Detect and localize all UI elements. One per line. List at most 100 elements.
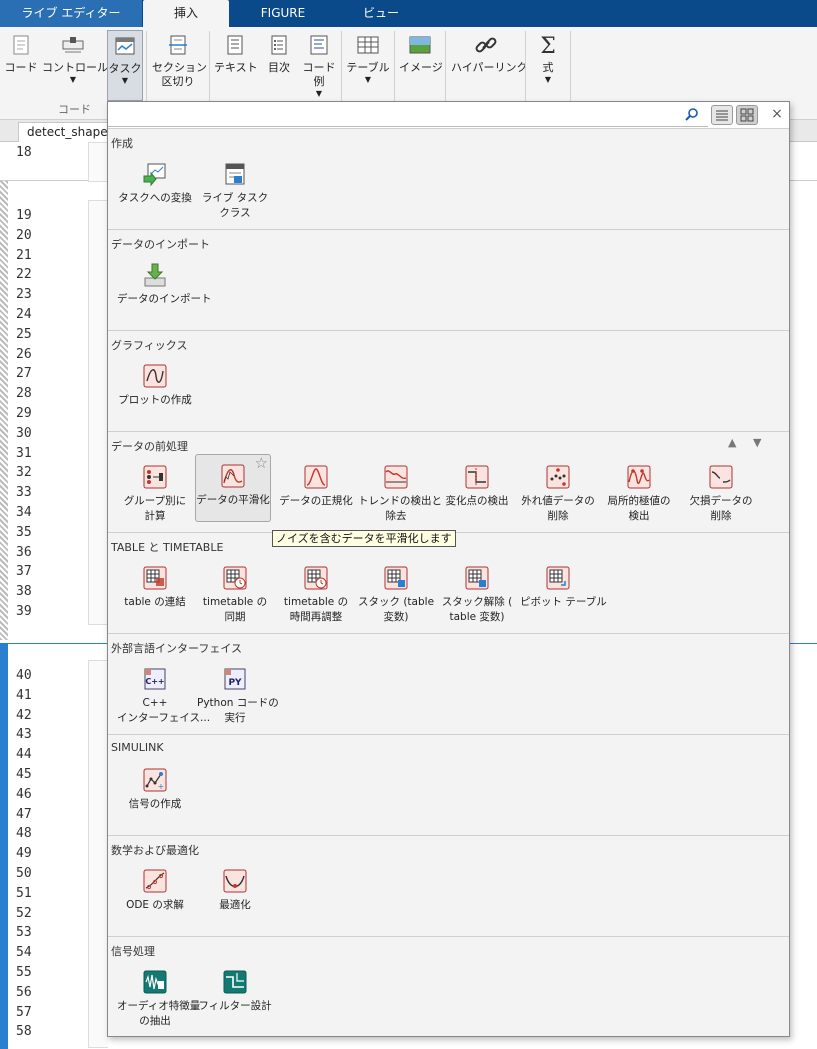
hyperlink-button[interactable]: ハイパーリンク bbox=[451, 30, 528, 100]
item-label: トレンドの検出と bbox=[358, 495, 442, 507]
move-down-icon[interactable]: ▼ bbox=[753, 436, 761, 449]
favorite-star-icon[interactable]: ☆ bbox=[255, 456, 268, 471]
create-signal-icon: + bbox=[143, 768, 167, 792]
create-plot-icon bbox=[143, 364, 167, 388]
audio-features-icon bbox=[143, 970, 167, 994]
item-label: 変化点の検出 bbox=[445, 495, 509, 507]
line-number: 48 bbox=[16, 826, 32, 842]
item-label: 局所的極値の bbox=[607, 495, 671, 507]
line-number: 57 bbox=[16, 1004, 32, 1020]
gallery-item-filter-design[interactable]: フィルター設計 bbox=[197, 961, 273, 1029]
svg-text:Σ: Σ bbox=[540, 34, 556, 57]
search-icon[interactable] bbox=[685, 107, 699, 121]
gallery-item-live-task-class[interactable]: ライブ タスク クラス bbox=[197, 153, 273, 221]
gallery-item-normalize-data[interactable]: データの正規化 bbox=[278, 456, 354, 524]
line-number: 42 bbox=[16, 707, 32, 723]
gallery-item-convert-to-task[interactable]: タスクへの変換 bbox=[117, 153, 193, 221]
section-title: データのインポート bbox=[111, 238, 210, 251]
gallery-section: 信号処理オーディオ特徴量 の抽出 フィルター設計 bbox=[108, 936, 789, 1036]
python-icon: PY bbox=[224, 668, 246, 690]
code-example-button[interactable]: コード 例 ▼ bbox=[301, 30, 337, 100]
toc-button[interactable]: 目次 bbox=[261, 30, 297, 100]
gallery-item-create-signal[interactable]: + 信号の作成 bbox=[117, 759, 193, 827]
gallery-item-missing-data[interactable]: 欠損データの 削除 bbox=[683, 456, 759, 524]
task-button[interactable]: タスク ▼ bbox=[107, 30, 143, 101]
item-label: 最適化 bbox=[219, 899, 251, 911]
insert-text-button[interactable]: テキスト bbox=[214, 30, 258, 100]
line-number: 52 bbox=[16, 905, 32, 921]
import-data-icon bbox=[144, 263, 166, 287]
gallery-item-optimize[interactable]: 最適化 bbox=[197, 860, 273, 928]
sync-timetable-icon bbox=[223, 566, 247, 590]
close-icon[interactable]: × bbox=[768, 105, 786, 123]
svg-text:+: + bbox=[158, 782, 165, 791]
svg-text:C++: C++ bbox=[145, 677, 164, 686]
table-icon bbox=[357, 36, 379, 54]
tab-view[interactable]: ビュー bbox=[336, 0, 426, 27]
section-break-button[interactable]: セクション 区切り bbox=[152, 30, 207, 100]
gallery-item-python[interactable]: PY Python コードの 実行 bbox=[197, 658, 279, 726]
gallery-section: データのインポート データのインポート bbox=[108, 229, 789, 330]
local-extrema-icon bbox=[627, 465, 651, 489]
table-button[interactable]: テーブル ▼ bbox=[346, 30, 390, 100]
line-number: 47 bbox=[16, 806, 32, 822]
gallery-item-pivot-table[interactable]: ピボット テーブル bbox=[520, 557, 607, 625]
gallery-item-audio-features[interactable]: オーディオ特徴量 の抽出 bbox=[117, 961, 200, 1029]
gallery-item-stack-table[interactable]: スタック (table 変数) bbox=[358, 557, 434, 625]
item-label-line2: 時間再調整 bbox=[289, 611, 343, 623]
grid-view-icon bbox=[740, 108, 754, 122]
line-number: 22 bbox=[16, 267, 32, 283]
control-button[interactable]: コントロール ▼ bbox=[42, 30, 108, 100]
sigma-icon: Σ bbox=[540, 34, 556, 57]
line-number: 58 bbox=[16, 1024, 32, 1040]
item-label-line2: 除去 bbox=[385, 510, 407, 522]
equation-button[interactable]: Σ 式 ▼ bbox=[530, 30, 566, 100]
item-label-line2: 計算 bbox=[144, 510, 166, 522]
item-label: データの正規化 bbox=[279, 495, 353, 507]
line-number: 46 bbox=[16, 786, 32, 802]
optimize-icon bbox=[223, 869, 247, 893]
gallery-item-local-extrema[interactable]: 局所的極値の 検出 bbox=[601, 456, 677, 524]
tab-live-editor[interactable]: ライブ エディター bbox=[0, 0, 142, 27]
section-title: 信号処理 bbox=[111, 945, 155, 958]
item-label: Python コードの bbox=[197, 697, 279, 709]
tab-figure[interactable]: FIGURE bbox=[233, 0, 333, 27]
item-label-line2: 変数) bbox=[383, 611, 409, 623]
line-number: 39 bbox=[16, 604, 32, 619]
gallery-item-outlier[interactable]: 外れ値データの 削除 bbox=[520, 456, 596, 524]
document-tab[interactable]: detect_shape_ bbox=[18, 122, 114, 142]
line-number: 20 bbox=[16, 227, 32, 243]
gallery-item-unstack-table[interactable]: スタック解除 (table 変数) bbox=[439, 557, 515, 625]
grid-view-button[interactable] bbox=[736, 105, 758, 125]
search-input[interactable] bbox=[110, 104, 680, 124]
item-label: timetable の bbox=[202, 596, 268, 608]
task-gallery-popup: × 作成 タスクへの変換 ライブ タスク クラス データのインポート データのインポートグ… bbox=[107, 101, 790, 1037]
gallery-section: SIMULINK + 信号の作成 bbox=[108, 734, 789, 835]
gallery-item-detrend[interactable]: トレンドの検出と除去 bbox=[358, 456, 442, 524]
stack-table-icon bbox=[384, 566, 408, 590]
item-label-line2: 削除 bbox=[547, 510, 569, 522]
gallery-item-smooth-data[interactable]: データの平滑化 ☆ bbox=[195, 454, 271, 522]
line-number: 23 bbox=[16, 287, 32, 303]
gallery-item-group-compute[interactable]: グループ別に 計算 bbox=[117, 456, 193, 524]
gallery-item-sync-timetable[interactable]: timetable の同期 bbox=[197, 557, 273, 625]
item-label: ODE の求解 bbox=[126, 899, 184, 911]
live-task-class-icon bbox=[225, 163, 245, 185]
item-label: プロットの作成 bbox=[118, 394, 192, 406]
line-number: 25 bbox=[16, 326, 32, 342]
gallery-item-retime-timetable[interactable]: timetable の時間再調整 bbox=[278, 557, 354, 625]
image-button[interactable]: イメージ bbox=[399, 30, 443, 100]
list-view-button[interactable] bbox=[711, 105, 733, 125]
move-up-icon[interactable]: ▲ bbox=[728, 436, 736, 449]
gallery-item-create-plot[interactable]: プロットの作成 bbox=[117, 355, 193, 423]
insert-code-button[interactable]: コード bbox=[4, 30, 38, 100]
gallery-item-solve-ode[interactable]: ODE の求解 bbox=[117, 860, 193, 928]
gallery-item-cpp-interface[interactable]: C++ C++ インターフェイス... bbox=[117, 658, 210, 726]
gallery-item-import-data[interactable]: データのインポート bbox=[117, 254, 212, 322]
retime-timetable-icon bbox=[304, 566, 328, 590]
line-number: 26 bbox=[16, 346, 32, 362]
section-break-icon bbox=[169, 35, 187, 55]
gallery-item-change-point[interactable]: 変化点の検出 bbox=[439, 456, 515, 524]
gallery-item-join-tables[interactable]: table の連結 bbox=[117, 557, 193, 625]
tab-insert[interactable]: 挿入 bbox=[143, 0, 229, 27]
